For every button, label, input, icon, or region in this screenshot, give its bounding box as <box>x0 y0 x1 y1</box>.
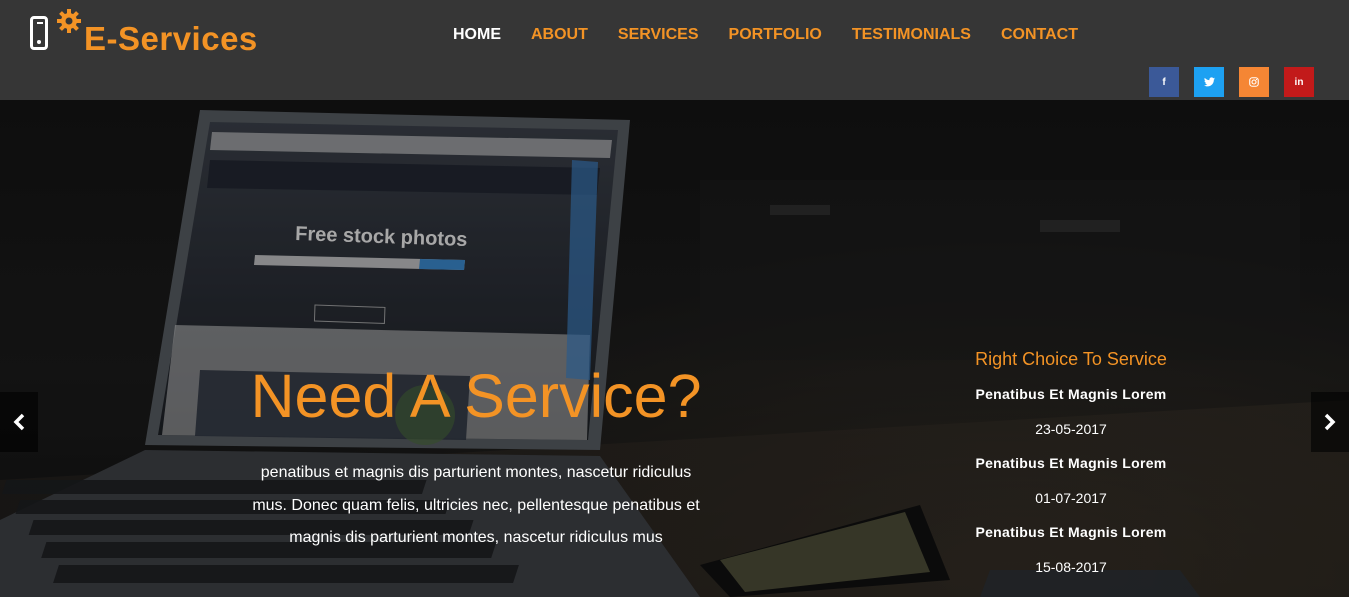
main-nav: HOME ABOUT SERVICES PORTFOLIO TESTIMONIA… <box>438 24 1093 46</box>
nav-services[interactable]: SERVICES <box>618 24 699 46</box>
logo[interactable]: E-Services <box>28 8 298 58</box>
facebook-icon[interactable]: f <box>1149 67 1179 97</box>
carousel-prev-button[interactable] <box>0 392 38 452</box>
nav-portfolio[interactable]: PORTFOLIO <box>729 24 822 46</box>
events-title: Right Choice To Service <box>975 349 1167 369</box>
event-date: 23-05-2017 <box>1035 420 1107 437</box>
event-date: 01-07-2017 <box>1035 489 1107 506</box>
carousel-next-button[interactable] <box>1311 392 1349 452</box>
logo-text: E-Services <box>84 20 258 57</box>
nav-contact[interactable]: CONTACT <box>1001 24 1078 46</box>
chevron-left-icon <box>13 413 25 431</box>
chevron-right-icon <box>1324 413 1336 431</box>
nav-testimonials[interactable]: TESTIMONIALS <box>852 24 971 46</box>
hero-slider: Free stock photos Need A Service? penati… <box>0 100 1349 597</box>
gear-icon <box>57 9 81 33</box>
linkedin-icon[interactable]: in <box>1284 67 1314 97</box>
event-title[interactable]: Penatibus Et Magnis Lorem <box>930 446 1212 481</box>
events-panel: Right Choice To Service Penatibus Et Mag… <box>930 344 1212 584</box>
instagram-icon[interactable] <box>1239 67 1269 97</box>
nav-home[interactable]: HOME <box>453 24 501 46</box>
social-links: f in <box>1149 67 1314 97</box>
hero-description: penatibus et magnis dis parturient monte… <box>252 464 700 546</box>
event-title[interactable]: Penatibus Et Magnis Lorem <box>930 515 1212 550</box>
nav-about[interactable]: ABOUT <box>531 24 588 46</box>
phone-icon <box>30 16 48 50</box>
event-title[interactable]: Penatibus Et Magnis Lorem <box>930 377 1212 412</box>
event-date: 15-08-2017 <box>1035 558 1107 575</box>
twitter-icon[interactable] <box>1194 67 1224 97</box>
site-header: E-Services HOME ABOUT SERVICES PORTFOLIO… <box>0 0 1349 100</box>
hero-title: Need A Service? <box>250 362 702 430</box>
